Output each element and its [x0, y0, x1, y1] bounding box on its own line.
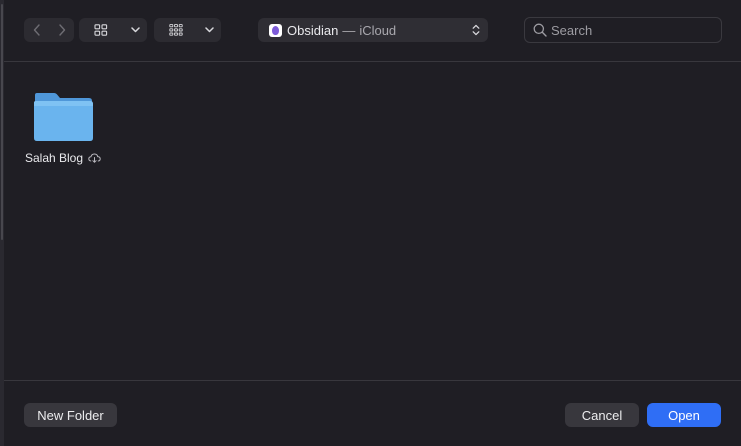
search-input[interactable]: [551, 22, 711, 38]
cloud-download-icon[interactable]: [88, 153, 101, 163]
back-button[interactable]: [24, 18, 49, 42]
obsidian-icon: [269, 23, 282, 37]
forward-button[interactable]: [49, 18, 74, 42]
location-separator: —: [342, 22, 356, 38]
cancel-button[interactable]: Cancel: [565, 403, 639, 427]
search-field[interactable]: [524, 17, 722, 43]
location-service: iCloud: [359, 22, 397, 38]
new-folder-button[interactable]: New Folder: [24, 403, 117, 427]
open-button[interactable]: Open: [647, 403, 721, 427]
scroll-thumb[interactable]: [1, 4, 3, 240]
chevron-down-icon: [130, 27, 140, 33]
group-by-selector[interactable]: [154, 18, 221, 42]
updown-chevron-icon: [472, 24, 480, 36]
file-browser: Salah Blog: [4, 63, 741, 380]
toolbar: Obsidian — iCloud: [4, 0, 741, 62]
grid-icon: [94, 24, 108, 36]
folder-name: Salah Blog: [24, 151, 84, 165]
open-dialog: Obsidian — iCloud Salah Blog: [0, 0, 741, 446]
folder-label: Salah Blog: [25, 151, 101, 165]
folder-item[interactable]: Salah Blog: [20, 91, 106, 181]
location-name: Obsidian: [287, 22, 339, 38]
chevron-right-icon: [58, 24, 65, 36]
chevron-down-icon: [204, 27, 214, 33]
chevron-left-icon: [33, 24, 40, 36]
folder-icon: [34, 93, 93, 141]
view-mode-dropdown[interactable]: [123, 18, 147, 42]
group-by-dropdown[interactable]: [197, 18, 221, 42]
dialog-footer: New Folder Cancel Open: [4, 380, 741, 446]
group-by-icon: [169, 24, 183, 36]
location-popup[interactable]: Obsidian — iCloud: [258, 18, 488, 42]
navigation-buttons: [24, 18, 74, 42]
icon-view-button[interactable]: [79, 18, 123, 42]
group-by-button[interactable]: [154, 18, 197, 42]
search-icon: [533, 23, 547, 37]
view-mode-selector[interactable]: [79, 18, 147, 42]
